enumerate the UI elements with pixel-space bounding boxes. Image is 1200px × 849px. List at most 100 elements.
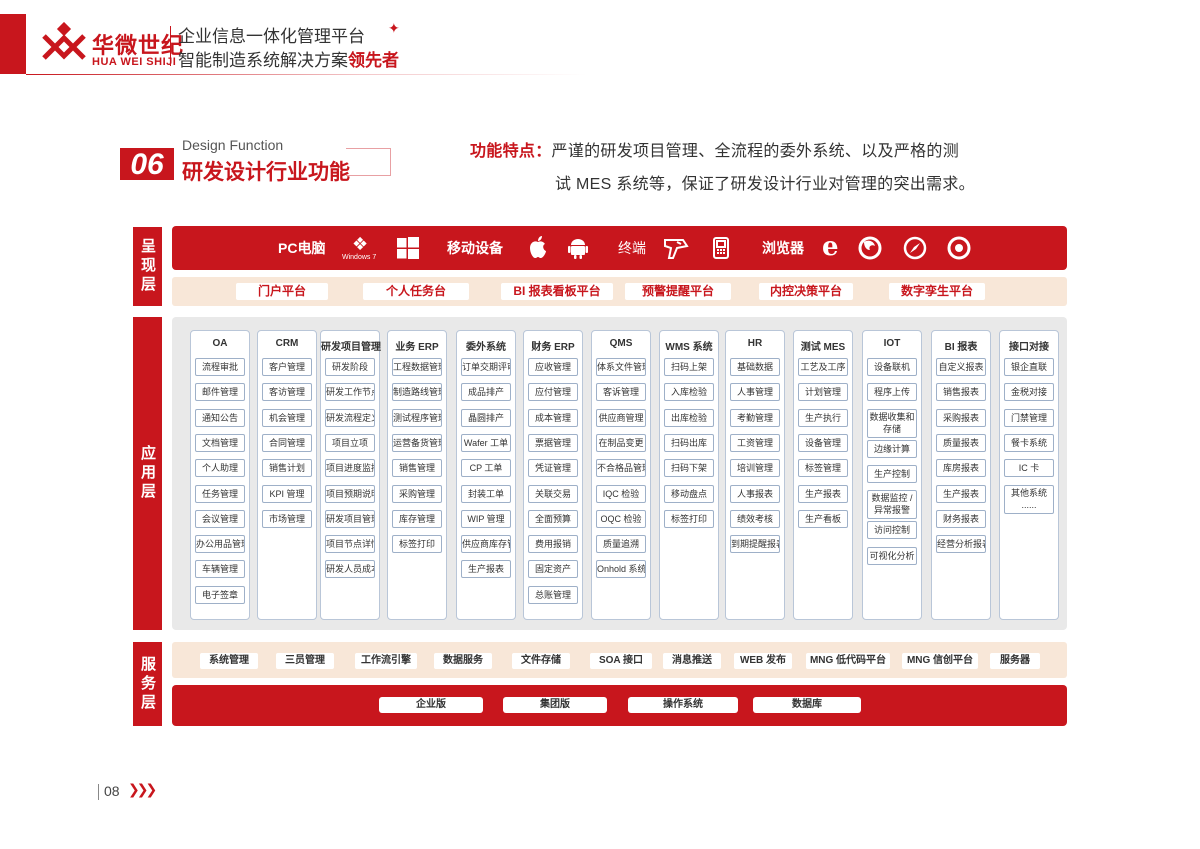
module-item: 库存管理 bbox=[392, 509, 442, 528]
device-terminal: 终端 bbox=[618, 240, 646, 256]
module-item: 边缘计算 bbox=[867, 439, 917, 458]
module-item: 研发流程定义 bbox=[325, 408, 375, 427]
module-item: 生产报表 bbox=[936, 484, 986, 503]
module-item: 研发人员成本 bbox=[325, 560, 375, 579]
service-mng-lowcode: MNG 低代码平台 bbox=[806, 653, 890, 669]
module-item: 测试程序管理 bbox=[392, 408, 442, 427]
module-item: 绩效考核 bbox=[730, 509, 780, 528]
module-column: QMS 体系文件管理 客诉管理 供应商管理 在制品变更 不合格品管理 IQC 检验 OQC 检… bbox=[591, 330, 651, 620]
module-title: IOT bbox=[883, 338, 901, 349]
layer-label-service: 服务层 bbox=[133, 642, 162, 726]
module-item: 工资管理 bbox=[730, 433, 780, 452]
version-enterprise: 企业版 bbox=[379, 697, 483, 713]
chrome-icon bbox=[947, 236, 971, 260]
brand-name-en: HUA WEI SHIJI bbox=[92, 56, 177, 68]
section-number: 06 bbox=[120, 148, 174, 181]
module-item: 设备联机 bbox=[867, 358, 917, 376]
module-item: 订单交期评审 bbox=[461, 358, 511, 376]
module-column: 研发项目管理 研发阶段 研发工作节点 研发流程定义 项目立项 项目进度监控 项目预期说明 研发… bbox=[320, 330, 381, 620]
module-item: 数据收集和存储 bbox=[867, 408, 917, 438]
module-title: 财务 ERP bbox=[531, 342, 575, 353]
module-item: 客访管理 bbox=[262, 383, 312, 402]
module-item: 个人助理 bbox=[195, 459, 245, 478]
module-item: 生产看板 bbox=[798, 509, 848, 528]
module-item: IQC 检验 bbox=[596, 484, 646, 503]
module-column: 接口对接 银企直联 金税对接 门禁管理 餐卡系统 IC 卡其他系统 ...... bbox=[999, 330, 1059, 620]
platform-alert: 预警提醒平台 bbox=[625, 283, 731, 300]
module-item: 销售计划 bbox=[262, 459, 312, 478]
service-soa-interface: SOA 接口 bbox=[590, 653, 652, 669]
layer-label-presentation: 呈现层 bbox=[133, 227, 162, 306]
module-column: 委外系统 订单交期评审 成品排产 晶圆排产 Wafer 工单 CP 工单 封装工单 WIP 管… bbox=[456, 330, 516, 620]
header-tagline-2: 智能制造系统解决方案领先者 bbox=[178, 46, 399, 71]
version-bar: 企业版 集团版 操作系统 数据库 bbox=[172, 685, 1067, 726]
module-item: 项目预期说明 bbox=[325, 484, 375, 503]
module-column: OA 流程审批 邮件管理 通知公告 文档管理 个人助理 任务管理 会议管理 办公用品管理 车辆管理… bbox=[190, 330, 250, 620]
platform-bar: 门户平台 个人任务台 BI 报表看板平台 预警提醒平台 内控决策平台 数字孪生平… bbox=[172, 277, 1067, 306]
scanner-gun-icon bbox=[664, 239, 689, 259]
device-bar: PC电脑 ❖ Windows 7 移动设备 终端 浏览器 e bbox=[172, 226, 1067, 270]
module-item: 计划管理 bbox=[798, 383, 848, 402]
module-item: Onhold 系统 bbox=[596, 560, 646, 579]
company-logo-icon bbox=[42, 22, 86, 60]
module-item: KPI 管理 bbox=[262, 484, 312, 503]
module-item: 全面预算 bbox=[528, 509, 578, 528]
header-tagline-1: 企业信息一体化管理平台 bbox=[178, 27, 365, 46]
tagline-2-emphasis: 领先者 bbox=[348, 51, 399, 70]
android-icon bbox=[568, 239, 588, 259]
module-title: OA bbox=[212, 338, 228, 349]
module-item: 费用报销 bbox=[528, 535, 578, 554]
module-item: 设备管理 bbox=[798, 433, 848, 452]
module-item: OQC 检验 bbox=[596, 509, 646, 528]
section-title-bracket bbox=[346, 148, 391, 176]
module-column: 财务 ERP 应收管理 应付管理 成本管理 票据管理 凭证管理 关联交易 全面预算 费用报销 固定… bbox=[523, 330, 583, 620]
module-item: 研发项目管理 bbox=[325, 509, 375, 528]
module-title: 测试 MES bbox=[800, 342, 846, 353]
module-column: IOT 设备联机 程序上传 数据收集和存储 边缘计算 生产控制 数据监控 / 异常报警 访问控… bbox=[862, 330, 922, 620]
service-system-mgmt: 系统管理 bbox=[200, 653, 258, 669]
service-message-push: 消息推送 bbox=[663, 653, 721, 669]
module-item: 人事报表 bbox=[730, 484, 780, 503]
header-underline bbox=[26, 74, 586, 75]
device-browser: 浏览器 bbox=[762, 240, 804, 256]
module-item: 生产执行 bbox=[798, 408, 848, 427]
module-item: 销售报表 bbox=[936, 383, 986, 402]
section-title-en: Design Function bbox=[182, 137, 284, 153]
module-item: 移动盘点 bbox=[664, 484, 714, 503]
module-item: 金税对接 bbox=[1004, 383, 1054, 402]
module-item: 邮件管理 bbox=[195, 383, 245, 402]
module-item: 电子签章 bbox=[195, 585, 245, 604]
feature-label: 功能特点： bbox=[470, 143, 552, 160]
module-item: 人事管理 bbox=[730, 383, 780, 402]
module-item: 工艺及工序 bbox=[798, 358, 848, 376]
service-bar: 系统管理 三员管理 工作流引擎 数据服务 文件存储 SOA 接口 消息推送 WE… bbox=[172, 642, 1067, 678]
feature-line-1: 功能特点：严谨的研发项目管理、全流程的委外系统、以及严格的测 bbox=[470, 137, 959, 161]
module-item: 客诉管理 bbox=[596, 383, 646, 402]
module-item: 流程审批 bbox=[195, 358, 245, 376]
module-item: 在制品变更 bbox=[596, 433, 646, 452]
module-item: 扫码上架 bbox=[664, 358, 714, 376]
module-item: 工程数据管理 bbox=[392, 358, 442, 376]
service-data-service: 数据服务 bbox=[434, 653, 492, 669]
module-item: 供应商库存管理 bbox=[461, 535, 511, 554]
module-item: 运营备货管理 bbox=[392, 433, 442, 452]
module-item: 晶圆排产 bbox=[461, 408, 511, 427]
module-item: 培训管理 bbox=[730, 459, 780, 478]
module-title: BI 报表 bbox=[944, 342, 978, 353]
safari-compass-icon bbox=[903, 236, 927, 260]
device-pc: PC电脑 bbox=[278, 240, 326, 256]
module-item: 办公用品管理 bbox=[195, 535, 245, 554]
module-item: 研发工作节点 bbox=[325, 383, 375, 402]
service-three-admins: 三员管理 bbox=[276, 653, 334, 669]
module-item: 研发阶段 bbox=[325, 358, 375, 376]
module-item: WIP 管理 bbox=[461, 509, 511, 528]
section-title-cn: 研发设计行业功能 bbox=[182, 161, 350, 184]
module-item: 生产报表 bbox=[798, 484, 848, 503]
module-item: 销售管理 bbox=[392, 459, 442, 478]
module-title: WMS 系统 bbox=[665, 342, 713, 353]
header-divider bbox=[170, 26, 171, 66]
version-database: 数据库 bbox=[753, 697, 861, 713]
module-title: QMS bbox=[609, 338, 633, 349]
module-item: 不合格品管理 bbox=[596, 459, 646, 478]
service-web-publish: WEB 发布 bbox=[734, 653, 792, 669]
